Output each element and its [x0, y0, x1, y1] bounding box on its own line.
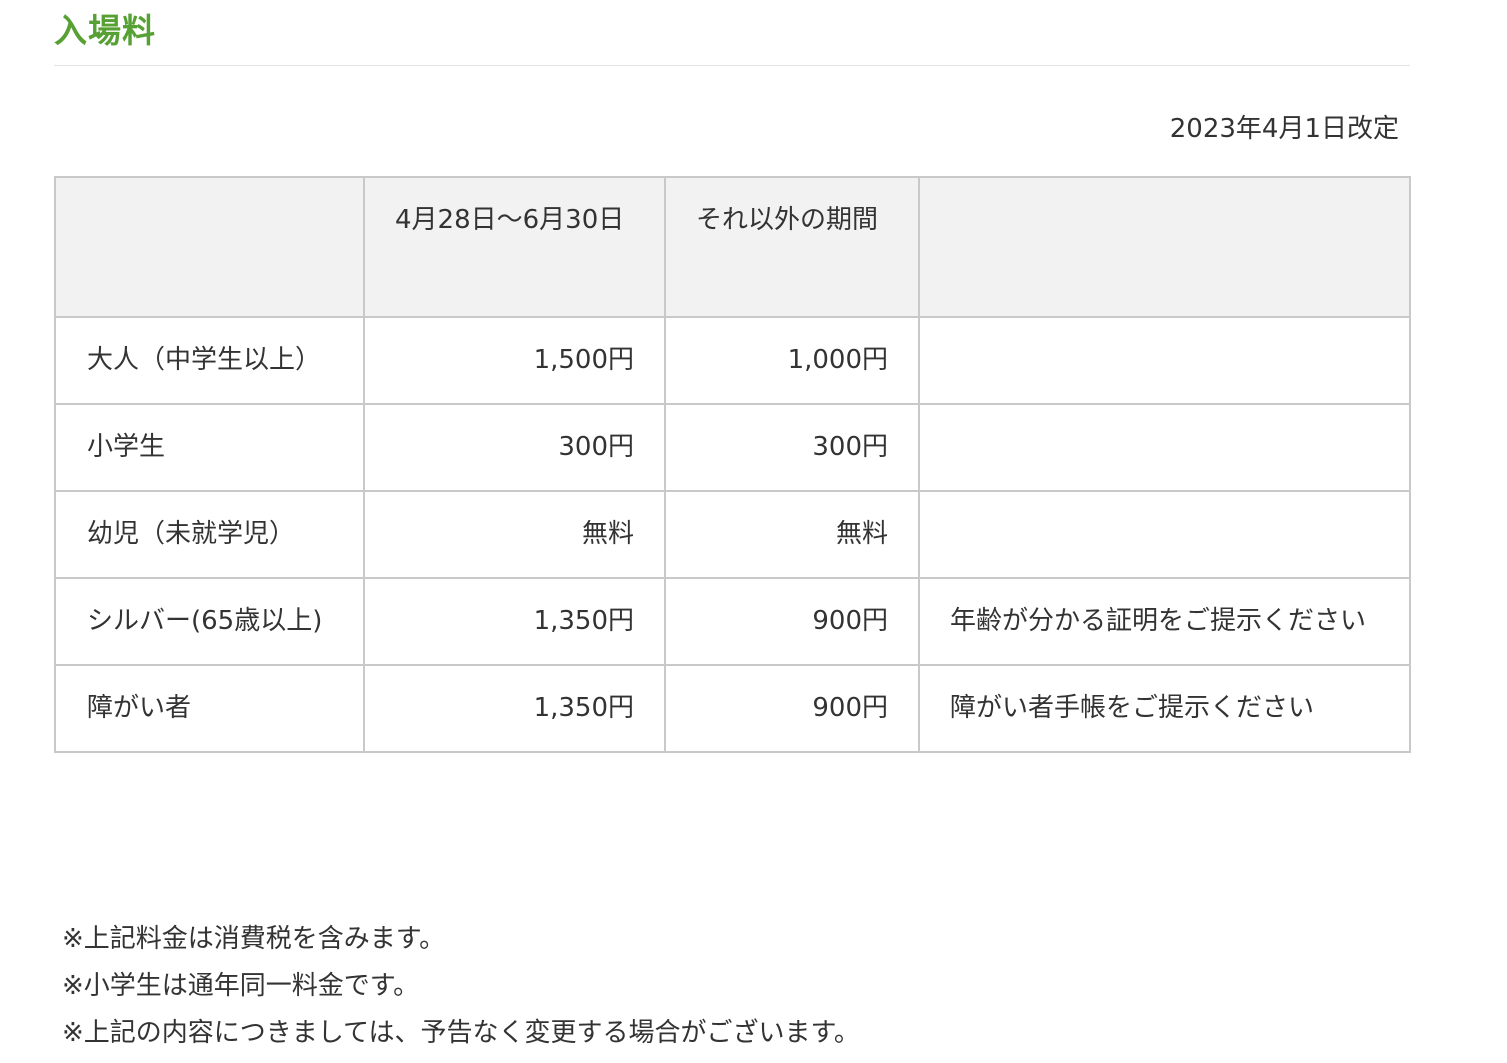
row-note [918, 316, 1411, 405]
peak-price: 1,350円 [363, 664, 666, 753]
table-row: 幼児（未就学児） 無料 無料 [54, 490, 1411, 579]
row-category: 障がい者 [54, 664, 365, 753]
row-note [918, 490, 1411, 579]
header-note [918, 176, 1411, 318]
row-note: 障がい者手帳をご提示ください [918, 664, 1411, 753]
row-category: シルバー(65歳以上) [54, 577, 365, 666]
table-row: 小学生 300円 300円 [54, 403, 1411, 492]
regular-price: 1,000円 [664, 316, 920, 405]
row-category: 幼児（未就学児） [54, 490, 365, 579]
admission-fee-table: 4月28日～6月30日 それ以外の期間 大人（中学生以上） 1,500円 1,0… [54, 176, 1411, 753]
revision-date: 2023年4月1日改定 [1169, 114, 1399, 144]
row-note [918, 403, 1411, 492]
fee-notes: ※上記料金は消費税を含みます。 ※小学生は通年同一料金です。 ※上記の内容につき… [62, 916, 860, 1057]
header-regular-period: それ以外の期間 [664, 176, 920, 318]
table-row: 大人（中学生以上） 1,500円 1,000円 [54, 316, 1411, 405]
header-peak-period: 4月28日～6月30日 [363, 176, 666, 318]
note-student-flat-rate: ※小学生は通年同一料金です。 [62, 971, 420, 1001]
section-title: 入場料 [54, 11, 156, 50]
table-row: シルバー(65歳以上) 1,350円 900円 年齢が分かる証明をご提示ください [54, 577, 1411, 666]
peak-price: 無料 [363, 490, 666, 579]
regular-price: 900円 [664, 577, 920, 666]
note-tax-included: ※上記料金は消費税を含みます。 [62, 924, 446, 954]
header-category [54, 176, 365, 318]
peak-price: 1,350円 [363, 577, 666, 666]
table-header-row: 4月28日～6月30日 それ以外の期間 [54, 176, 1411, 318]
row-note: 年齢が分かる証明をご提示ください [918, 577, 1411, 666]
peak-price: 300円 [363, 403, 666, 492]
table-row: 障がい者 1,350円 900円 障がい者手帳をご提示ください [54, 664, 1411, 753]
regular-price: 300円 [664, 403, 920, 492]
regular-price: 無料 [664, 490, 920, 579]
regular-price: 900円 [664, 664, 920, 753]
row-category: 小学生 [54, 403, 365, 492]
peak-price: 1,500円 [363, 316, 666, 405]
title-divider [54, 65, 1410, 66]
note-subject-to-change: ※上記の内容につきましては、予告なく変更する場合がございます。 [62, 1018, 860, 1048]
row-category: 大人（中学生以上） [54, 316, 365, 405]
